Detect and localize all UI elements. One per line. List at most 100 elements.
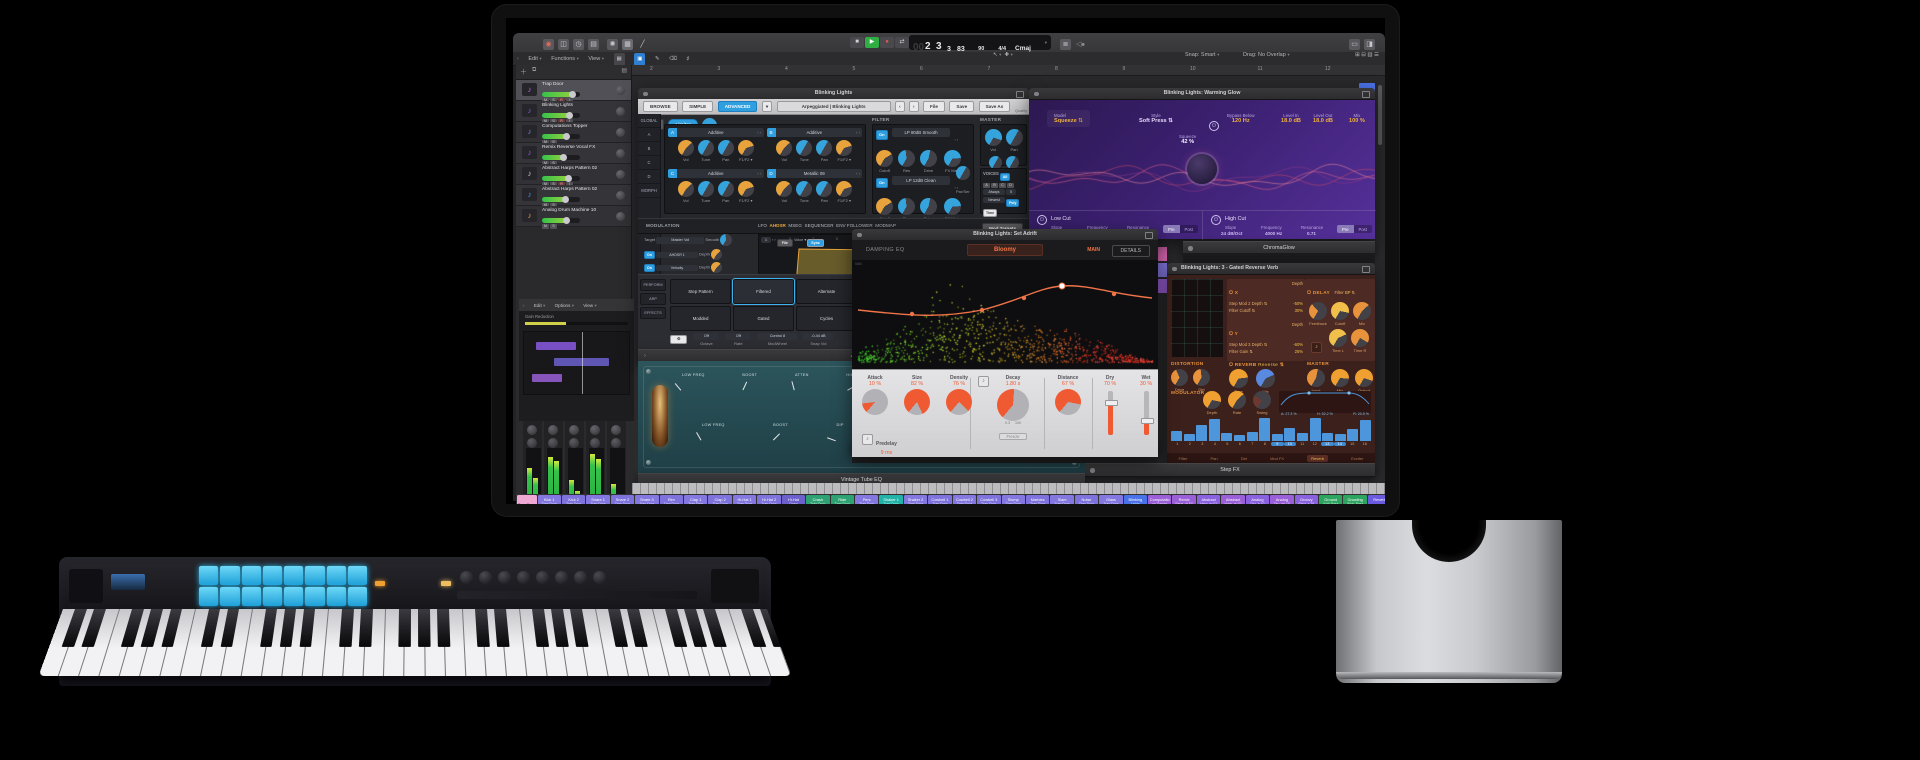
strip-knob[interactable] (590, 425, 600, 435)
track-volume-slider[interactable] (542, 176, 580, 181)
drum-pad[interactable] (263, 566, 282, 585)
strip-knob[interactable] (527, 425, 537, 435)
region-cell[interactable]: Kick 2 Trap Door (562, 495, 585, 504)
reverb-knob[interactable] (1256, 369, 1275, 388)
drum-pad[interactable] (242, 587, 261, 606)
highcut-power-icon[interactable]: ⏻ (1211, 215, 1221, 225)
prev-preset-icon[interactable]: ‹ (895, 101, 905, 112)
source-vol-knob[interactable] (678, 181, 694, 197)
region-cell[interactable]: Computatio ns Topper (1148, 495, 1171, 504)
mix-slider[interactable] (1144, 391, 1149, 435)
main-tab[interactable]: MAIN (1079, 245, 1108, 255)
source-tune-knob[interactable] (796, 181, 812, 197)
black-key[interactable] (359, 609, 373, 647)
editor-area[interactable]: Gain Reduction (519, 311, 634, 421)
close-icon[interactable] (857, 233, 862, 238)
verb-titlebar[interactable]: Blinking Lights: 3 - Gated Reverse Verb (1167, 263, 1375, 275)
channel-strip[interactable]: ▪▪ (607, 421, 626, 504)
source-vol-knob[interactable] (776, 181, 792, 197)
duplicate-track-button[interactable]: ⧉ (532, 67, 536, 74)
region-cell[interactable]: Snare 2 Trap Door (611, 495, 634, 504)
mod-route-select[interactable]: Step Mod 3 Depth (1229, 342, 1263, 347)
track-row[interactable]: ♪ Abstract Harps Pattern 02 MSRI (516, 164, 631, 185)
lowcut-power-icon[interactable]: ⏻ (1037, 215, 1047, 225)
drum-pad[interactable] (284, 587, 303, 606)
zoom-controls[interactable]: ⊞ ⊟ ▥ ☰ (1355, 52, 1379, 58)
region-cell[interactable]: Blinking Lights (1124, 495, 1147, 504)
modulator-envelope[interactable]: A: 27.3 %H: 52.2 %R: 20.5 % (1279, 391, 1371, 413)
master-knob[interactable] (1331, 369, 1349, 387)
track-pan-knob[interactable] (616, 212, 625, 221)
lcd-chevron-icon[interactable]: ▾ (1045, 40, 1047, 46)
master-pan-knob[interactable] (1006, 129, 1023, 146)
mod-route-select[interactable]: Filter Cutoff (1229, 308, 1251, 313)
keyboard-button-row[interactable] (457, 591, 697, 599)
perform-tab[interactable]: ARP (640, 293, 666, 305)
time-button[interactable]: Time (983, 209, 997, 217)
step-bar[interactable] (1196, 425, 1207, 441)
chromaverb-knob[interactable] (862, 389, 888, 415)
mod-on-button[interactable]: On (644, 264, 655, 272)
distortion-knob[interactable] (1171, 369, 1188, 386)
strip-knob[interactable] (548, 425, 558, 435)
predelay-sync-icon[interactable]: ♪ (862, 434, 873, 445)
source-f1f2-knob[interactable] (836, 140, 852, 156)
drum-pad[interactable] (263, 587, 282, 606)
stepfx-tab[interactable]: Filter (1179, 456, 1188, 461)
freeze-button[interactable]: Freeze (999, 433, 1026, 440)
track-row[interactable]: ♪ Computations Topper MS (516, 122, 631, 143)
pointer-tool-menu[interactable]: ↖ ▾ ✚ ▾ (993, 52, 1013, 58)
source-tune-knob[interactable] (796, 140, 812, 156)
filter-on-button[interactable]: On (876, 178, 888, 188)
edit-menu[interactable]: Edit ▾ (528, 52, 541, 66)
step-sequencer[interactable] (1171, 415, 1371, 441)
drum-pad[interactable] (220, 587, 239, 606)
distortion-knob[interactable] (1193, 369, 1210, 386)
close-icon[interactable] (643, 92, 648, 97)
channel-strip[interactable]: ▪▪ (523, 421, 542, 504)
details-tab[interactable]: DETAILS (1112, 245, 1150, 257)
step-bar[interactable] (1259, 418, 1270, 441)
strip-knob[interactable] (611, 425, 621, 435)
editors-icon[interactable]: ▦ (622, 39, 633, 50)
source-type-select[interactable]: CAdditive‹ › (668, 169, 764, 178)
mod-source-select[interactable]: Velocity (656, 265, 698, 271)
solo-button[interactable]: S (550, 224, 557, 229)
mod-on-button[interactable]: On (644, 251, 655, 259)
region-cell[interactable]: Growling Wub..Bass (1343, 495, 1366, 504)
region-cell[interactable]: Snare 3 Trap Door (635, 495, 658, 504)
transform-pad-cell[interactable]: Cycles (796, 306, 857, 331)
track-volume-slider[interactable] (542, 155, 580, 160)
chromaverb-knob[interactable] (904, 389, 930, 415)
mute-button[interactable]: M (542, 224, 549, 229)
filter-type-select[interactable]: LP 80dB Smooth (892, 128, 950, 137)
perform-gear-button[interactable]: ⚙ (670, 335, 687, 344)
black-key[interactable] (418, 609, 430, 647)
rate-select[interactable]: Off (725, 333, 751, 340)
drum-pad[interactable] (327, 587, 346, 606)
region-cell[interactable]: Clap 2 Trap Door (708, 495, 731, 504)
view-menu[interactable]: View ▾ (588, 52, 604, 66)
play-button[interactable]: ▶ (865, 37, 879, 48)
voices-priority-select[interactable]: Newest (983, 197, 1005, 203)
transform-pad-cell[interactable]: Modded (670, 306, 731, 331)
strip-knob[interactable] (569, 438, 579, 448)
notes-icon[interactable]: ▭ (1349, 39, 1360, 50)
level-in-field[interactable]: Level In18.0 dB (1281, 113, 1301, 124)
filter-res-knob[interactable] (898, 150, 915, 167)
drum-pad[interactable] (242, 566, 261, 585)
keyboard-knobs[interactable] (457, 571, 609, 589)
highcut-prepost-toggle[interactable]: PrePost (1337, 225, 1372, 233)
piano-keys[interactable] (38, 609, 791, 676)
modwheel-select[interactable]: Control 8 (757, 333, 797, 340)
voices-num-select[interactable]: 5 (1006, 189, 1016, 195)
mod-tabs[interactable]: LFO AHDSR MSEG SEQUENCER ENV FOLLOWER MO… (758, 223, 896, 228)
mixer-icon[interactable]: ▤ (588, 39, 599, 50)
transform-pad-cell[interactable]: Filtered (733, 279, 794, 304)
octave-select[interactable]: Off (693, 333, 719, 340)
decay-knob[interactable] (997, 389, 1029, 421)
source-pan-knob[interactable] (816, 140, 832, 156)
delay-knob[interactable] (1353, 302, 1371, 320)
track-pan-knob[interactable] (616, 149, 625, 158)
source-tune-knob[interactable] (698, 140, 714, 156)
